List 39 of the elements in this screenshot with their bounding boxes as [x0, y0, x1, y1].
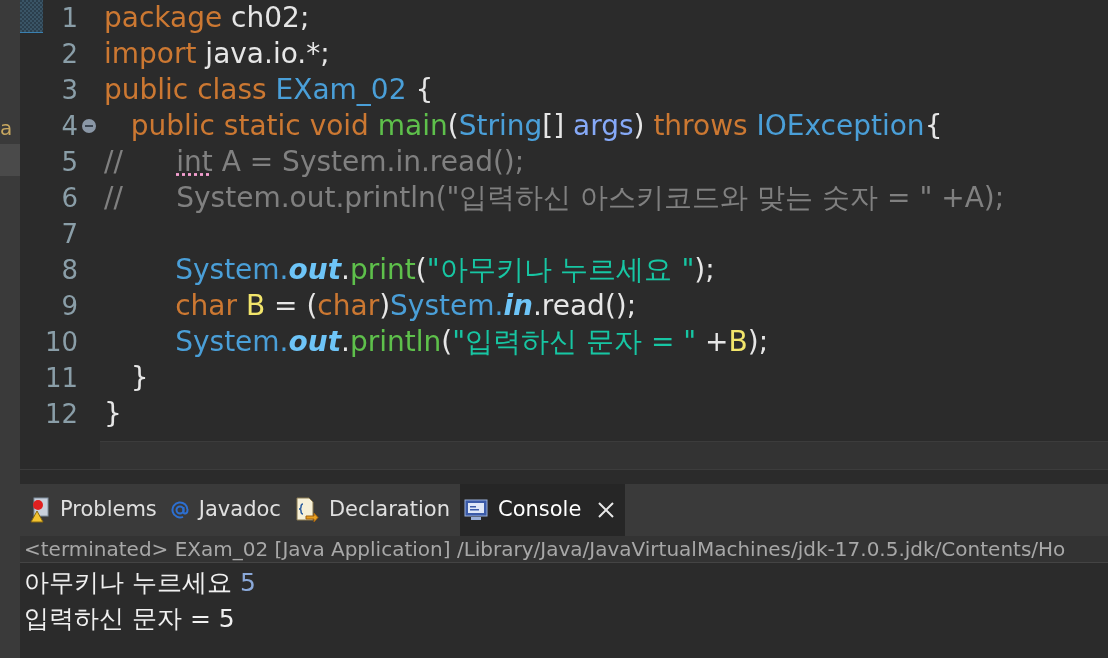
code-line: System.out.print("아무키나 누르세요 "); — [174, 252, 716, 288]
line-number: 6 — [61, 182, 78, 215]
at-sign-icon — [170, 501, 189, 519]
line-number: 1 — [61, 2, 78, 35]
code-line: public class EXam_02 { — [103, 72, 435, 108]
line-number: 4 — [61, 110, 78, 143]
console-output-line: 입력하신 문자 = 5 — [24, 603, 236, 635]
panel-tab[interactable]: Console — [459, 484, 626, 536]
code-line: import java.io.*; — [103, 36, 331, 72]
fold-collapse-icon[interactable] — [82, 119, 96, 133]
bookmark-marker-icon — [20, 0, 43, 33]
line-number: 9 — [61, 290, 78, 323]
code-line: // System.out.println("입력하신 아스키코드와 맞는 숫자 = " +A); — [103, 180, 1006, 216]
line-number: 8 — [61, 254, 78, 287]
code-line: public static void main(String[] args) throws IOException{ — [129, 108, 944, 144]
line-number: 3 — [61, 74, 78, 107]
close-icon[interactable] — [597, 501, 616, 519]
code-line: // int A = System.in.read(); — [103, 144, 526, 180]
code-line: } — [129, 360, 150, 396]
line-number: 2 — [61, 38, 78, 71]
line-number: 5 — [61, 146, 78, 179]
problems-icon — [30, 496, 50, 524]
panel-tab[interactable]: Javadoc — [166, 484, 291, 536]
console-status-bar: <terminated> EXam_02 [Java Application] /Library/Java/JavaVirtualMachines/jdk-17.0.5.jdk/Contents/Ho — [20, 536, 1108, 563]
truncated-label: a — [0, 115, 14, 142]
line-number: 10 — [44, 326, 78, 359]
monitor-icon — [463, 498, 488, 522]
row-highlight — [0, 144, 20, 176]
line-number: 11 — [44, 362, 78, 395]
line-number: 7 — [61, 218, 78, 251]
panel-tab[interactable]: Declaration — [290, 484, 460, 536]
declaration-icon — [294, 496, 319, 524]
code-line: package ch02; — [103, 0, 311, 36]
code-line: System.out.println("입력하신 문자 = " +B); — [174, 324, 770, 360]
panel-tab[interactable]: Problems — [26, 484, 167, 536]
console-output-line: 아무키나 누르세요 5 — [24, 567, 257, 599]
line-number: 12 — [44, 398, 78, 431]
code-line: } — [103, 396, 123, 432]
code-line: char B = (char)System.in.read(); — [174, 288, 638, 324]
